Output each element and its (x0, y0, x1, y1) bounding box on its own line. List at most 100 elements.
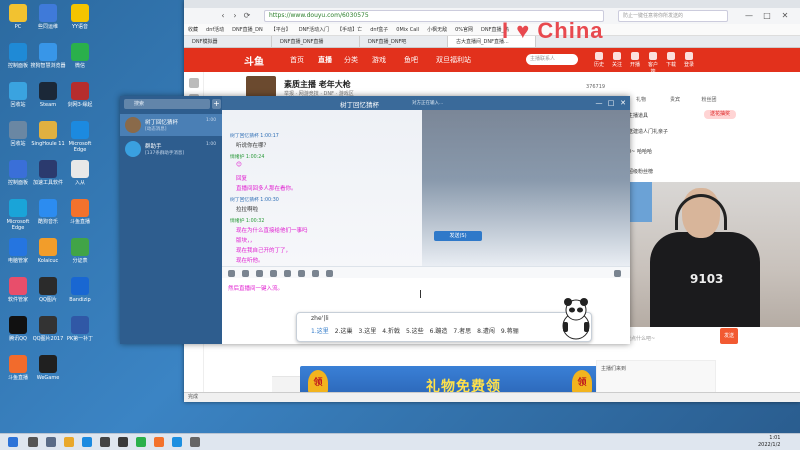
host-avatar[interactable] (246, 76, 276, 98)
desktop-icon[interactable]: 酷狗音乐 (30, 199, 66, 225)
right-item[interactable]: 主播道具 (628, 112, 648, 119)
qq-contact[interactable]: 树丁回忆猜杯 [动态消息] 1:00 (120, 114, 222, 136)
ime-candidate[interactable]: 3.这里 (358, 326, 376, 338)
emoji-icon[interactable] (228, 270, 235, 277)
desktop-icon[interactable]: Microsoft Edge (62, 121, 98, 153)
chat-input-placeholder[interactable]: 说点什么吧~ (626, 335, 655, 342)
ime-candidate[interactable]: 9.蒋骊 (501, 326, 519, 338)
qq-search-input[interactable]: 搜索 (124, 99, 210, 109)
douyu-nav-item[interactable]: 鱼吧 (404, 55, 418, 65)
desktop-icon[interactable]: 加速工具软件 (30, 160, 66, 186)
back-icon[interactable]: ‹ (218, 11, 228, 21)
forward-icon[interactable]: › (230, 11, 240, 21)
stream-video[interactable]: 9103 (620, 182, 800, 327)
maximize-icon[interactable]: □ (762, 11, 772, 21)
douyu-search-input[interactable]: 主播联系人 (526, 54, 578, 65)
desktop-icon[interactable]: WeGame (30, 355, 66, 381)
douyu-logo[interactable]: 斗鱼 (244, 53, 264, 68)
task-view-icon[interactable] (46, 437, 56, 447)
explorer-icon[interactable] (64, 437, 74, 447)
file-icon[interactable] (270, 270, 277, 277)
bookmark-item[interactable]: 【手动】亡 (333, 24, 366, 35)
desktop-icon[interactable]: PK第一补丁 (62, 316, 98, 342)
sidebar-heart-icon[interactable] (188, 78, 199, 88)
right-item[interactable]: 送建造人门礼亲子 (628, 128, 668, 135)
douyu-icon[interactable] (154, 437, 164, 447)
desktop-icon[interactable]: 斗鱼直播 (62, 199, 98, 225)
douyu-nav-item[interactable]: 直播 (318, 55, 332, 65)
refresh-icon[interactable]: ⟳ (242, 11, 252, 21)
desktop-icon[interactable]: QQ图片2017 (30, 316, 66, 342)
desktop-icon[interactable]: 剑网3·缘起 (62, 82, 98, 108)
desktop-icon[interactable]: YY语音 (62, 4, 98, 30)
app-icon[interactable] (118, 437, 128, 447)
gif-icon[interactable] (242, 270, 249, 277)
close-icon[interactable]: ✕ (780, 11, 790, 21)
edge-icon[interactable] (82, 437, 92, 447)
desktop-icon[interactable]: 微信 (62, 43, 98, 69)
wechat-icon[interactable] (136, 437, 146, 447)
browser-tab[interactable]: DNF直播_DNF吧 (360, 36, 448, 47)
ime-candidate[interactable]: 7.者思 (453, 326, 471, 338)
screenshot-icon[interactable] (256, 270, 263, 277)
qq-contact[interactable]: 群助手 [137条群助手消息] 1:00 (120, 138, 222, 160)
qq-maximize-icon[interactable]: □ (606, 98, 616, 108)
right-panel-tab[interactable]: 贵宾 (658, 95, 692, 105)
bookmark-item[interactable]: dnf活动 (202, 24, 228, 35)
desktop-icon[interactable]: Bandizip (62, 277, 98, 303)
douyu-nav-item[interactable]: 双旦福利站 (436, 55, 471, 65)
lottery-pill[interactable]: 送花抽奖 (704, 110, 736, 119)
qq-icon[interactable] (172, 437, 182, 447)
browser-tab[interactable]: DNF模拟器 (184, 36, 272, 47)
douyu-nav-item[interactable]: 分类 (344, 55, 358, 65)
ime-candidate[interactable]: 4.折戟 (382, 326, 400, 338)
desktop-icon[interactable]: 搜狗智慧浏览器 (30, 43, 66, 69)
browser-tab[interactable]: DNF直播_DNF直播 (272, 36, 360, 47)
right-item[interactable]: 0~ 哈哈哈 (628, 148, 652, 155)
qq-send-button[interactable]: 发送(S) (434, 231, 482, 241)
douyu-tool[interactable]: 开播 (628, 52, 642, 68)
douyu-nav-item[interactable]: 首页 (290, 55, 304, 65)
taskbar-clock[interactable]: 1:01 2022/1/2 (758, 435, 780, 449)
right-item[interactable]: 超级粉丝榜 (628, 168, 653, 175)
bookmark-item[interactable]: DNF活动入门 (295, 24, 333, 35)
more-icon[interactable] (326, 270, 333, 277)
music-icon[interactable] (312, 270, 319, 277)
ime-candidate[interactable]: 6.蹦造 (430, 326, 448, 338)
qq-add-button[interactable]: + (212, 99, 221, 109)
right-panel-tab[interactable]: 粉丝团 (692, 95, 726, 105)
bookmark-item[interactable]: 收藏 (184, 24, 202, 35)
qq-close-icon[interactable]: ✕ (618, 98, 628, 108)
douyu-tool[interactable]: 登录 (682, 52, 696, 68)
image-icon[interactable] (284, 270, 291, 277)
desktop-icon[interactable]: 入从 (62, 160, 98, 186)
douyu-tool[interactable]: 下载 (664, 52, 678, 68)
app-icon[interactable] (190, 437, 200, 447)
minimize-icon[interactable]: — (744, 11, 754, 21)
bookmark-item[interactable]: 0%官网 (451, 24, 477, 35)
desktop-icon[interactable]: SingHoule 11 (30, 121, 66, 147)
douyu-tool[interactable]: 关注 (610, 52, 624, 68)
ime-candidate[interactable]: 5.这些 (406, 326, 424, 338)
browser-search-input[interactable]: 防止一键任意将你所发送的 (618, 10, 728, 22)
ime-candidate[interactable]: 2.这巢 (335, 326, 353, 338)
bookmark-item[interactable]: dnf盒子 (366, 24, 392, 35)
douyu-nav-item[interactable]: 游戏 (372, 55, 386, 65)
search-icon[interactable] (28, 437, 38, 447)
bookmark-item[interactable]: 0Mix Call (392, 24, 423, 35)
app-icon[interactable] (100, 437, 110, 447)
ime-candidate[interactable]: 1.这里 (311, 326, 329, 338)
bookmark-item[interactable]: 小枫无敌 (423, 24, 451, 35)
desktop-icon[interactable]: Kolaicuc (30, 238, 66, 264)
bookmark-item[interactable]: DNF直播_DN (228, 24, 267, 35)
desktop-icon[interactable]: QQ图片 (30, 277, 66, 303)
desktop-icon[interactable]: Steam (30, 82, 66, 108)
ime-candidate[interactable]: 8.遭闯 (477, 326, 495, 338)
douyu-tool[interactable]: 历史 (592, 52, 606, 68)
voice-icon[interactable] (298, 270, 305, 277)
douyu-tool[interactable]: 客户端 (646, 52, 660, 75)
history-icon[interactable] (614, 270, 621, 277)
desktop-icon[interactable]: 分证表 (62, 238, 98, 264)
bookmark-item[interactable]: 【平台】 (267, 24, 295, 35)
desktop-icon[interactable]: 些同运维 (30, 4, 66, 30)
